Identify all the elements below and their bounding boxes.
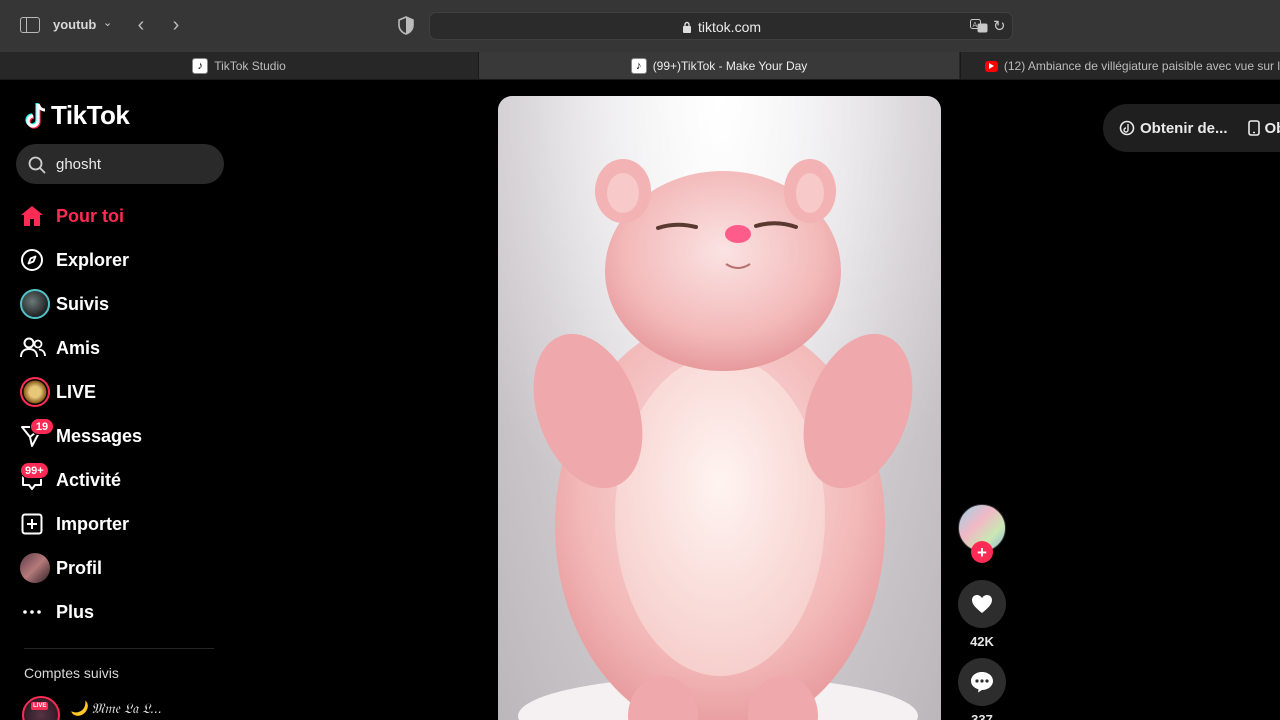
messages-badge: 19: [30, 418, 54, 435]
avatar: LIVE: [22, 696, 60, 720]
tab-bar: ♪ TikTok Studio ♪ (99+)TikTok - Make You…: [0, 52, 1280, 80]
like-button[interactable]: [958, 580, 1006, 628]
get-app-label: Obt: [1264, 119, 1280, 137]
avatar: [20, 289, 50, 319]
tab-tiktok-studio[interactable]: ♪ TikTok Studio: [0, 52, 479, 79]
sidebar-item-profil[interactable]: Profil: [16, 546, 216, 590]
inbox-icon: 99+: [16, 462, 56, 496]
comment-count: 337: [971, 712, 993, 720]
sidebar-item-explorer[interactable]: Explorer: [16, 238, 216, 282]
lock-icon: [682, 20, 692, 33]
avatar: [20, 377, 50, 407]
sidebar-item-amis[interactable]: Amis: [16, 326, 216, 370]
sidebar-item-label: Profil: [56, 557, 103, 578]
live-avatar-container: [16, 376, 56, 408]
tiktok-favicon-icon: ♪: [630, 58, 647, 74]
tab-label: TikTok Studio: [214, 59, 286, 73]
browser-toolbar: youtub ⌄ ‹ › tiktok.com A ↻: [0, 0, 1280, 52]
followed-accounts-title: Comptes suivis: [24, 665, 119, 681]
following-avatar-container: [16, 288, 56, 320]
get-app-pill: Obtenir de... Obt: [1103, 104, 1280, 152]
forward-button[interactable]: ›: [166, 14, 186, 36]
sidebar-item-label: LIVE: [56, 381, 97, 402]
comment-icon: [971, 672, 993, 693]
like-count: 42K: [970, 634, 994, 649]
sidebar-item-label: Messages: [56, 425, 143, 446]
sidebar-item-activite[interactable]: 99+ Activité: [16, 458, 216, 502]
reload-icon[interactable]: ↻: [993, 17, 1006, 35]
youtube-favicon-icon: [985, 60, 998, 72]
get-app-button[interactable]: Obt: [1247, 119, 1280, 137]
back-button[interactable]: ‹: [131, 14, 151, 36]
address-bar[interactable]: tiktok.com A ↻: [429, 12, 1013, 40]
tiktok-favicon-icon: ♪: [192, 58, 209, 74]
sidebar-item-label: Plus: [56, 601, 95, 622]
friends-icon: [16, 332, 56, 364]
sidebar-item-importer[interactable]: Importer: [16, 502, 216, 546]
tiktok-logo-icon: [25, 102, 46, 129]
translate-icon[interactable]: A: [970, 19, 988, 33]
comment-button[interactable]: [958, 658, 1006, 706]
sidebar-item-suivis[interactable]: Suivis: [16, 282, 216, 326]
more-icon: [16, 596, 56, 628]
profile-switcher[interactable]: youtub: [53, 17, 96, 32]
sidebar-item-label: Activité: [56, 469, 122, 490]
tab-label: (12) Ambiance de villégiature paisible a…: [1003, 59, 1280, 73]
sidebar-item-label: Pour toi: [56, 205, 124, 226]
sidebar-item-label: Amis: [56, 337, 101, 358]
moon-icon: 🌙: [70, 699, 88, 716]
sidebar-nav: Pour toi Explorer Suivis Amis LIVE 19 Me…: [16, 194, 216, 634]
search-box[interactable]: [16, 144, 224, 184]
tab-youtube[interactable]: (12) Ambiance de villégiature paisible a…: [960, 52, 1280, 79]
phone-icon: [1247, 120, 1260, 136]
tab-label: (99+)TikTok - Make Your Day: [652, 59, 808, 73]
address-text: tiktok.com: [698, 19, 762, 35]
logo-text: TikTok: [51, 100, 130, 130]
plus-square-icon: [16, 508, 56, 540]
compass-icon: [16, 244, 56, 276]
get-coins-button[interactable]: Obtenir de...: [1119, 120, 1228, 137]
search-input[interactable]: [56, 144, 216, 184]
follow-button[interactable]: +: [971, 541, 993, 563]
sidebar-item-messages[interactable]: 19 Messages: [16, 414, 216, 458]
coin-icon: [1119, 120, 1135, 136]
followed-account-item[interactable]: LIVE 🌙 𝔐𝔪𝔢 𝔏𝔞 𝔏...: [22, 696, 162, 720]
send-icon: 19: [16, 418, 56, 452]
tab-tiktok-main[interactable]: ♪ (99+)TikTok - Make Your Day: [479, 52, 959, 79]
sidebar-toggle-icon[interactable]: [20, 17, 40, 33]
tiktok-logo[interactable]: TikTok: [24, 100, 130, 131]
sidebar-item-pour-toi[interactable]: Pour toi: [16, 194, 216, 238]
divider: [24, 648, 214, 649]
video-player[interactable]: [498, 96, 941, 720]
sidebar-item-plus[interactable]: Plus: [16, 590, 216, 634]
search-icon[interactable]: [28, 156, 46, 174]
sidebar-item-live[interactable]: LIVE: [16, 370, 216, 414]
followed-account-name: 🌙 𝔐𝔪𝔢 𝔏𝔞 𝔏...: [70, 700, 162, 717]
get-coins-label: Obtenir de...: [1140, 119, 1228, 137]
sidebar-item-label: Explorer: [56, 249, 130, 270]
sidebar-item-label: Suivis: [56, 293, 110, 314]
sidebar-item-label: Importer: [56, 513, 130, 534]
activity-badge: 99+: [20, 462, 49, 479]
home-icon: [16, 200, 56, 232]
video-frame: [498, 96, 941, 720]
svg-text:A: A: [973, 21, 978, 29]
heart-icon: [972, 595, 992, 613]
profile-avatar-container: [16, 552, 56, 584]
account-name-text: 𝔐𝔪𝔢 𝔏𝔞 𝔏...: [91, 699, 163, 716]
privacy-shield-icon[interactable]: [398, 16, 414, 35]
chevron-down-icon[interactable]: ⌄: [103, 16, 112, 29]
avatar: [20, 553, 50, 583]
live-tag: LIVE: [31, 702, 49, 710]
